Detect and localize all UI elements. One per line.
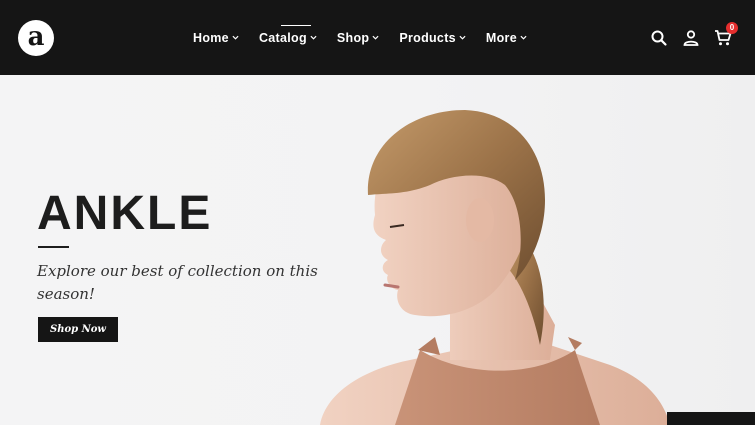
cart-count-badge: 0 bbox=[726, 21, 738, 34]
nav-item-label: Products bbox=[399, 30, 456, 45]
chevron-down-icon bbox=[520, 35, 527, 40]
main-nav: Home Catalog Shop Products More bbox=[193, 0, 547, 75]
nav-item-label: Catalog bbox=[258, 30, 307, 45]
nav-item-catalog[interactable]: Catalog bbox=[258, 24, 317, 45]
chevron-down-icon bbox=[310, 35, 317, 40]
user-icon[interactable] bbox=[682, 29, 700, 47]
nav-item-home[interactable]: Home bbox=[193, 31, 239, 45]
nav-item-shop[interactable]: Shop bbox=[337, 31, 379, 45]
nav-item-products[interactable]: Products bbox=[399, 31, 466, 45]
chevron-down-icon bbox=[372, 35, 379, 40]
title-underline bbox=[38, 246, 69, 248]
chevron-down-icon bbox=[459, 35, 466, 40]
search-icon[interactable] bbox=[650, 29, 668, 47]
nav-item-label: Shop bbox=[336, 30, 370, 45]
logo-letter: a bbox=[27, 22, 45, 52]
nav-item-label: Home bbox=[193, 30, 229, 45]
corner-panel bbox=[667, 412, 755, 425]
shop-now-button[interactable]: Shop Now bbox=[38, 317, 118, 342]
hero-subtitle: Explore our best of collection on this s… bbox=[37, 262, 318, 303]
header-actions: 0 bbox=[636, 0, 755, 75]
hero-title: ANKLE bbox=[37, 187, 213, 240]
nav-item-more[interactable]: More bbox=[486, 31, 527, 45]
cart-icon[interactable]: 0 bbox=[714, 21, 738, 47]
brand-logo[interactable]: a bbox=[18, 20, 54, 56]
nav-item-label: More bbox=[485, 30, 517, 45]
hero-model-image bbox=[320, 110, 670, 425]
hero-banner: ANKLE Explore our best of collection on … bbox=[0, 75, 755, 425]
chevron-down-icon bbox=[232, 35, 239, 40]
site-header: a Home Catalog Shop Products More 0 bbox=[0, 0, 755, 75]
